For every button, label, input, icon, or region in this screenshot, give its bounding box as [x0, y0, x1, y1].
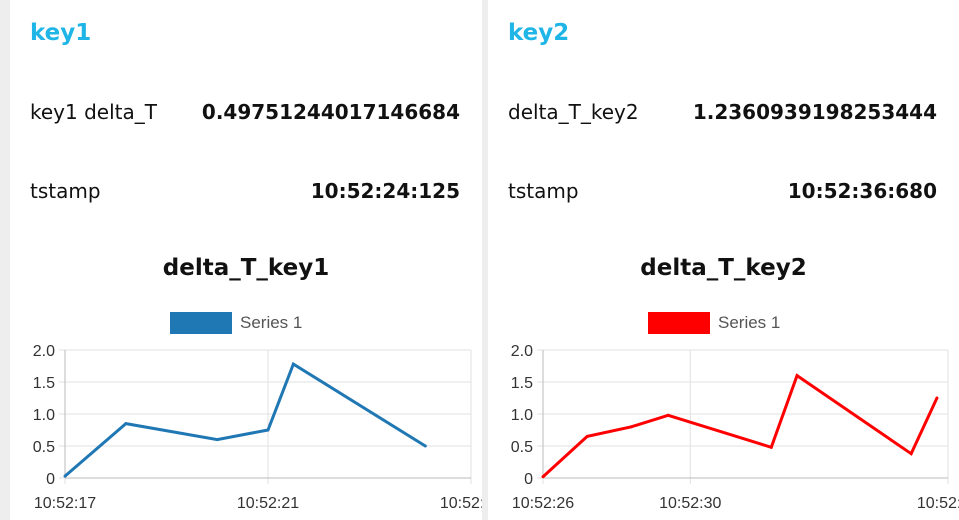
data-point — [63, 474, 67, 478]
delta-label: delta_T_key2 — [508, 100, 639, 124]
legend-label: Series 1 — [718, 313, 780, 332]
chart-title: delta_T_key1 — [162, 255, 330, 281]
legend-swatch — [170, 312, 232, 334]
y-tick-label: 1.5 — [511, 375, 533, 392]
data-point — [795, 374, 799, 378]
y-tick-label: 1.0 — [33, 407, 55, 424]
tstamp-label: tstamp — [30, 179, 101, 203]
data-point — [769, 445, 773, 449]
data-point — [666, 413, 670, 417]
x-tick-label: 10:52:21 — [237, 495, 299, 512]
y-tick-label: 0 — [524, 471, 533, 488]
delta-label: key1 delta_T — [30, 100, 157, 124]
card-title: key1 — [30, 20, 92, 46]
x-tick-label: 10:52:26 — [512, 495, 574, 512]
chart-title: delta_T_key2 — [640, 255, 807, 281]
delta-value: 1.2360939198253444 — [692, 100, 937, 124]
y-tick-label: 0.5 — [33, 439, 55, 456]
key2-card: key2 delta_T_key2 1.2360939198253444 tst… — [488, 0, 959, 520]
data-point — [585, 434, 589, 438]
tstamp-value: 10:52:36:680 — [787, 179, 937, 203]
data-point — [935, 396, 939, 400]
data-point — [909, 452, 913, 456]
line-chart: Series 1 0 0.5 1.0 1.5 2.0 10:52:26 10:52:30 10:… — [511, 312, 959, 512]
y-tick-label: 0 — [46, 471, 55, 488]
y-tick-label: 1.5 — [33, 375, 55, 392]
series-line — [64, 361, 427, 478]
x-tick-label: 10:52:25 — [440, 495, 482, 512]
x-tick-label: 10:52:17 — [34, 495, 96, 512]
tstamp-value: 10:52:24:125 — [310, 179, 460, 203]
x-tick-label: 10:52:30 — [659, 495, 721, 512]
legend-label: Series 1 — [240, 313, 302, 332]
data-point — [291, 362, 295, 366]
data-point — [215, 438, 219, 442]
x-tick-label: 10:52:37 — [917, 495, 959, 512]
y-tick-label: 2.0 — [33, 343, 55, 360]
key1-card: key1 key1 delta_T 0.49751244017146684 ts… — [10, 0, 482, 520]
data-point — [423, 444, 427, 448]
data-point — [266, 428, 270, 432]
data-point — [541, 475, 545, 479]
y-tick-label: 0.5 — [511, 439, 533, 456]
data-point — [124, 422, 128, 426]
card-title: key2 — [508, 20, 570, 46]
legend-swatch — [648, 312, 710, 334]
y-tick-label: 1.0 — [511, 407, 533, 424]
data-point — [629, 425, 633, 429]
series-line — [541, 373, 939, 478]
y-tick-label: 2.0 — [511, 343, 533, 360]
line-chart: Series 1 0 0.5 1.0 1.5 2.0 10:52:17 10:52:21 10:… — [33, 312, 482, 512]
tstamp-label: tstamp — [508, 179, 579, 203]
delta-value: 0.49751244017146684 — [201, 100, 460, 124]
dashboard-grid: key1 key1 delta_T 0.49751244017146684 ts… — [0, 0, 959, 520]
